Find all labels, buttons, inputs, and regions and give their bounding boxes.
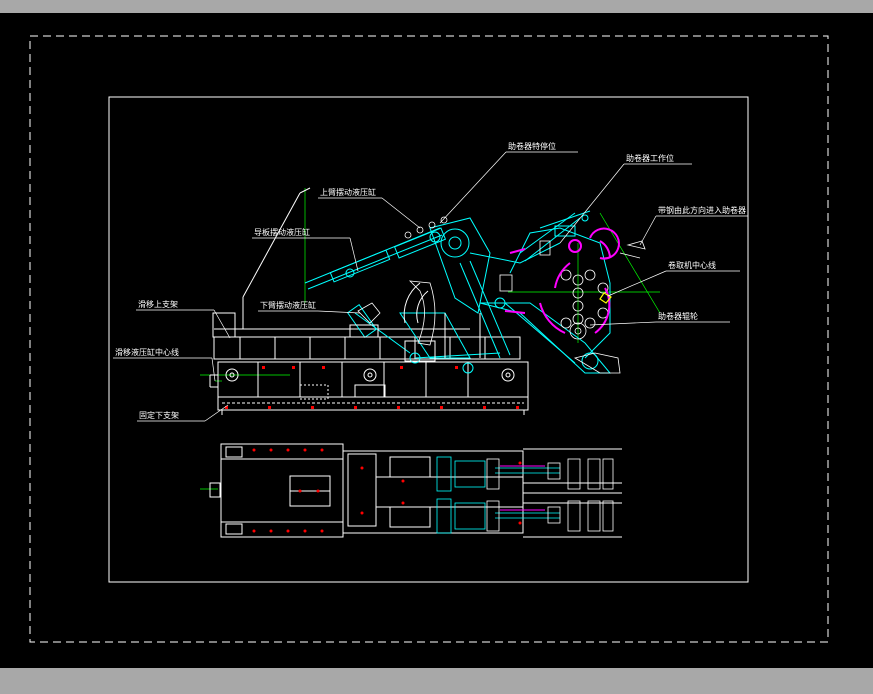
frame-wheels bbox=[225, 368, 515, 400]
label-fixed-lower-frame: 固定下支架 bbox=[139, 410, 179, 420]
label-guide-pivot-cylinder: 导板摆动液压缸 bbox=[254, 227, 310, 237]
movable-upper-frame bbox=[212, 187, 521, 360]
fixed-lower-frame bbox=[209, 361, 529, 415]
outer-dashed-border bbox=[29, 35, 829, 643]
plan-view-rollers bbox=[486, 458, 614, 532]
label-assist-roll: 助卷器辊轮 bbox=[658, 311, 698, 321]
plan-view-mechanism bbox=[436, 456, 560, 534]
label-coiler-center: 卷取机中心线 bbox=[668, 260, 716, 270]
label-assist-roll-working: 助卷器工作位 bbox=[626, 153, 674, 163]
leader-lines bbox=[113, 151, 748, 422]
label-lower-swing-cylinder: 下臂摆动液压缸 bbox=[260, 300, 316, 310]
cad-drawing: 上臂摆动液压缸 助卷器特停位 助卷器工作位 导板摆动液压缸 带钢由此方向进入助卷… bbox=[29, 35, 829, 643]
label-upper-swing-cylinder: 上臂摆动液压缸 bbox=[320, 187, 376, 197]
label-strip-entry: 带钢由此方向进入助卷器 bbox=[658, 205, 746, 215]
inner-drawing-frame bbox=[108, 96, 749, 583]
cad-viewport[interactable]: 上臂摆动液压缸 助卷器特停位 助卷器工作位 导板摆动液压缸 带钢由此方向进入助卷… bbox=[0, 13, 873, 668]
label-movable-upper-frame: 滑移上支架 bbox=[138, 299, 178, 309]
label-assist-roll-limit: 助卷器特停位 bbox=[508, 141, 556, 151]
label-slide-cylinder-center: 滑移液压缸中心线 bbox=[115, 347, 179, 357]
